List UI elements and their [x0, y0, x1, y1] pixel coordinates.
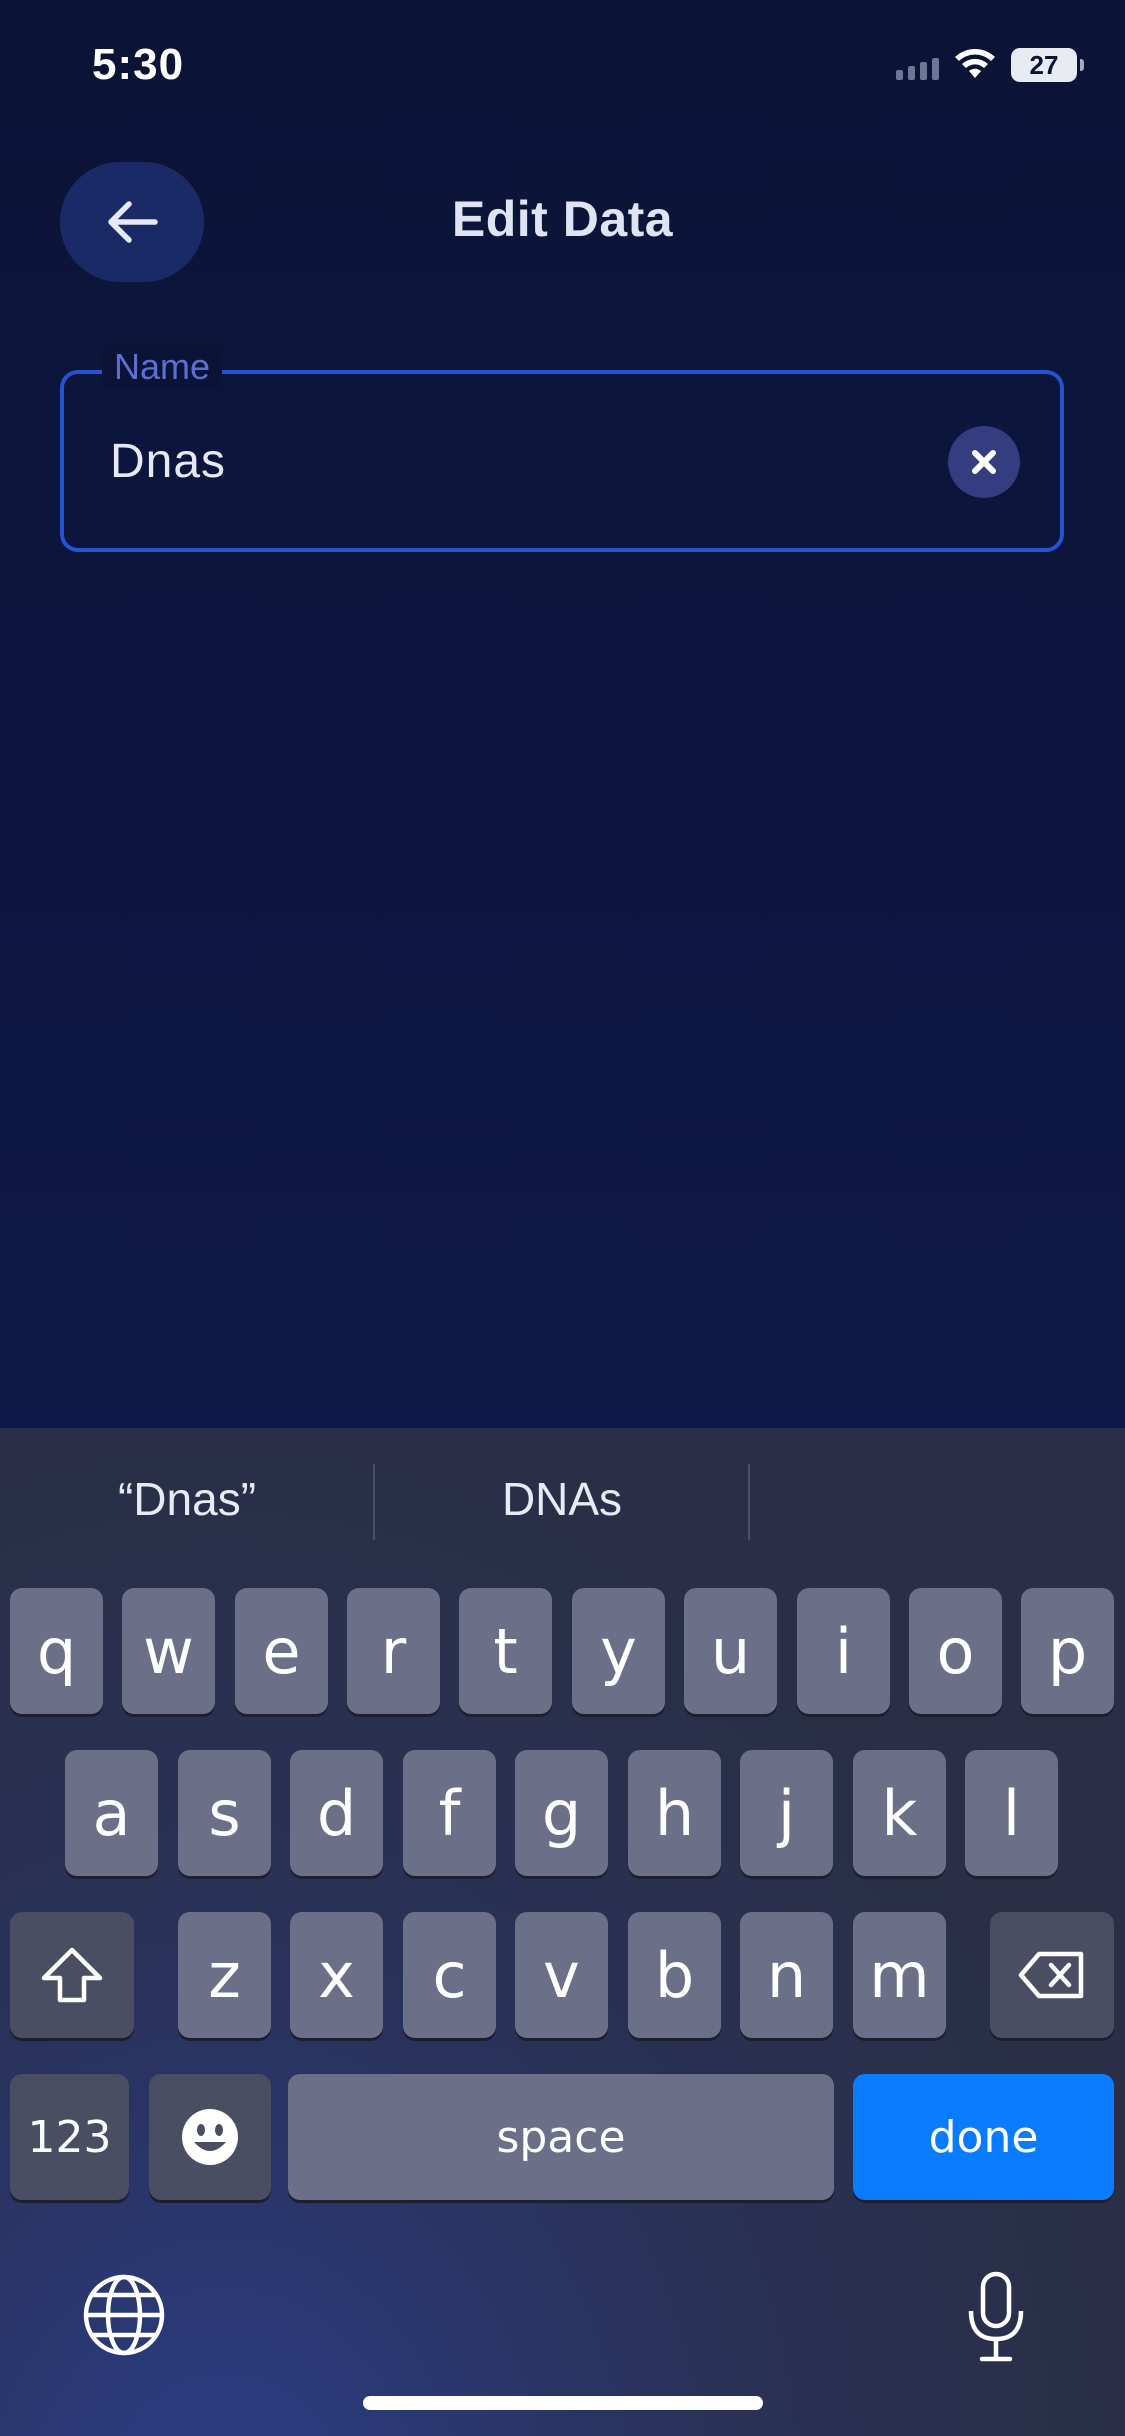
done-key-label: done: [928, 2111, 1039, 2163]
globe-icon: [83, 2274, 165, 2356]
space-key[interactable]: space: [288, 2074, 834, 2200]
key-i[interactable]: i: [797, 1588, 890, 1714]
key-q[interactable]: q: [10, 1588, 103, 1714]
numbers-key-label: 123: [27, 2111, 112, 2163]
key-g[interactable]: g: [515, 1750, 608, 1876]
shift-key[interactable]: [10, 1912, 134, 2038]
key-b[interactable]: b: [628, 1912, 721, 2038]
cellular-signal-icon: [896, 50, 939, 80]
battery-level: 27: [1029, 49, 1059, 80]
key-t[interactable]: t: [459, 1588, 552, 1714]
key-r[interactable]: r: [347, 1588, 440, 1714]
key-s[interactable]: s: [178, 1750, 271, 1876]
key-y[interactable]: y: [572, 1588, 665, 1714]
key-a[interactable]: a: [65, 1750, 158, 1876]
wifi-icon: [953, 48, 997, 82]
done-key[interactable]: done: [853, 2074, 1114, 2200]
key-c[interactable]: c: [403, 1912, 496, 2038]
key-m[interactable]: m: [853, 1912, 946, 2038]
key-z[interactable]: z: [178, 1912, 271, 2038]
key-p[interactable]: p: [1021, 1588, 1114, 1714]
key-k[interactable]: k: [853, 1750, 946, 1876]
close-icon: [972, 450, 996, 474]
key-h[interactable]: h: [628, 1750, 721, 1876]
space-key-label: space: [496, 2111, 626, 2163]
suggestion-bar: “Dnas” DNAs: [0, 1428, 1125, 1578]
key-d[interactable]: d: [290, 1750, 383, 1876]
key-x[interactable]: x: [290, 1912, 383, 2038]
suggestion-divider: [748, 1464, 750, 1540]
key-l[interactable]: l: [965, 1750, 1058, 1876]
key-n[interactable]: n: [740, 1912, 833, 2038]
key-j[interactable]: j: [740, 1750, 833, 1876]
name-field-label: Name: [102, 346, 223, 388]
name-field[interactable]: Name Dnas: [60, 346, 1064, 552]
status-icons: 27: [896, 48, 1084, 82]
home-indicator[interactable]: [363, 2396, 763, 2410]
numbers-key[interactable]: 123: [10, 2074, 129, 2200]
clear-button[interactable]: [948, 426, 1020, 498]
suggestion-2[interactable]: DNAs: [375, 1472, 749, 1526]
shift-icon: [41, 1947, 103, 2003]
key-e[interactable]: e: [235, 1588, 328, 1714]
keyboard: “Dnas” DNAs q w e r t y u i o p a s d f …: [0, 1428, 1125, 2436]
delete-key[interactable]: [990, 1912, 1114, 2038]
name-input[interactable]: Dnas: [110, 434, 226, 489]
status-time: 5:30: [92, 40, 185, 89]
key-f[interactable]: f: [403, 1750, 496, 1876]
emoji-key[interactable]: [149, 2074, 271, 2200]
emoji-icon: [182, 2109, 238, 2165]
battery-icon: 27: [1011, 48, 1084, 82]
key-v[interactable]: v: [515, 1912, 608, 2038]
dictation-button[interactable]: [966, 2271, 1026, 2363]
key-o[interactable]: o: [909, 1588, 1002, 1714]
page-title: Edit Data: [451, 191, 674, 247]
key-w[interactable]: w: [122, 1588, 215, 1714]
suggestion-1[interactable]: “Dnas”: [0, 1472, 374, 1526]
screen: 5:30 27 Edit Data Name Dnas “Dnas” DNAs …: [0, 0, 1125, 2436]
globe-button[interactable]: [82, 2273, 166, 2357]
microphone-icon: [968, 2271, 1024, 2362]
key-u[interactable]: u: [684, 1588, 777, 1714]
backspace-icon: [1018, 1951, 1084, 1999]
